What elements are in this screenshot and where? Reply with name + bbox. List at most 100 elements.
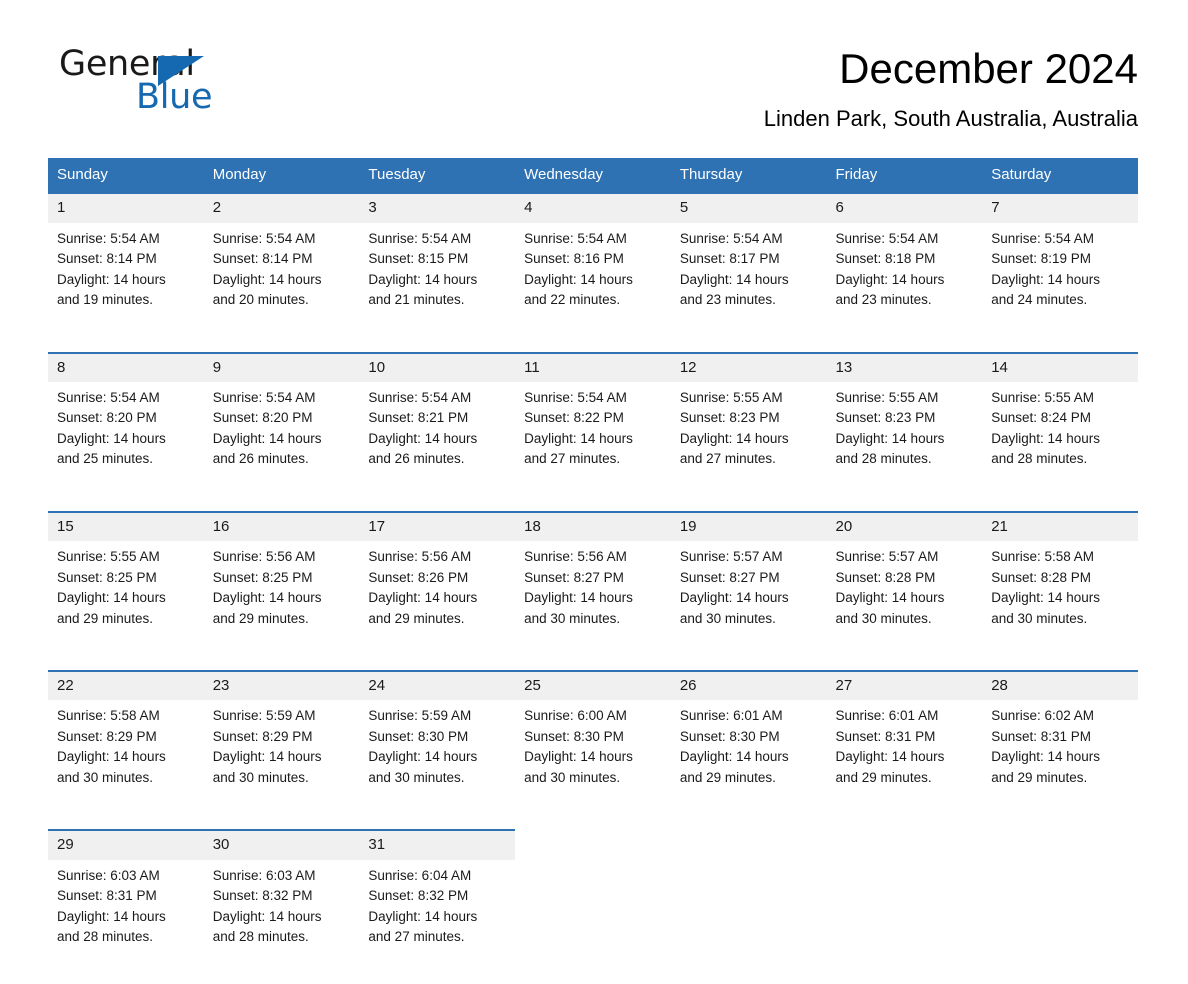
- day-cell[interactable]: Sunrise: 5:54 AM Sunset: 8:20 PM Dayligh…: [203, 381, 360, 506]
- day-cell[interactable]: Sunrise: 6:03 AM Sunset: 8:32 PM Dayligh…: [203, 859, 360, 984]
- sunset-text: Sunset: 8:32 PM: [212, 888, 313, 904]
- day-cell[interactable]: Sunrise: 5:55 AM Sunset: 8:25 PM Dayligh…: [48, 541, 204, 665]
- daylight-text-line2: and 29 minutes.: [57, 610, 154, 626]
- sunrise-text: Sunrise: 5:55 AM: [57, 549, 160, 564]
- day-cell[interactable]: Sunrise: 6:02 AM Sunset: 8:31 PM Dayligh…: [982, 700, 1138, 825]
- day-number[interactable]: 10: [359, 351, 516, 382]
- day-cell[interactable]: Sunrise: 5:55 AM Sunset: 8:23 PM Dayligh…: [670, 381, 827, 506]
- day-number[interactable]: 29: [48, 829, 204, 860]
- day-number[interactable]: 9: [203, 351, 360, 382]
- day-number[interactable]: 6: [826, 192, 983, 223]
- daylight-text-line1: Daylight: 14 hours: [835, 430, 945, 446]
- day-cell[interactable]: Sunrise: 6:00 AM Sunset: 8:30 PM Dayligh…: [515, 700, 671, 825]
- daylight-text-line1: Daylight: 14 hours: [835, 749, 945, 765]
- day-cell[interactable]: Sunrise: 5:54 AM Sunset: 8:19 PM Dayligh…: [982, 222, 1138, 347]
- sunrise-text: Sunrise: 5:54 AM: [991, 230, 1095, 246]
- daylight-text-line2: and 23 minutes.: [835, 292, 932, 308]
- day-number[interactable]: 15: [48, 510, 204, 541]
- day-number[interactable]: 4: [515, 192, 671, 223]
- day-cell[interactable]: Sunrise: 5:54 AM Sunset: 8:14 PM Dayligh…: [203, 222, 360, 347]
- daylight-text-line1: Daylight: 14 hours: [212, 271, 322, 287]
- day-cell[interactable]: Sunrise: 5:57 AM Sunset: 8:28 PM Dayligh…: [826, 541, 983, 665]
- day-number[interactable]: 16: [203, 510, 360, 541]
- day-number[interactable]: 13: [826, 351, 983, 382]
- day-cell[interactable]: Sunrise: 5:56 AM Sunset: 8:26 PM Dayligh…: [359, 541, 516, 665]
- day-cell[interactable]: Sunrise: 5:58 AM Sunset: 8:28 PM Dayligh…: [982, 541, 1138, 665]
- day-number[interactable]: 11: [515, 351, 671, 382]
- sunrise-text: Sunrise: 5:54 AM: [835, 230, 939, 246]
- daylight-text-line2: and 25 minutes.: [57, 451, 154, 467]
- day-cell[interactable]: Sunrise: 6:01 AM Sunset: 8:30 PM Dayligh…: [670, 700, 827, 825]
- day-cell[interactable]: Sunrise: 5:56 AM Sunset: 8:25 PM Dayligh…: [203, 541, 360, 665]
- sunset-text: Sunset: 8:21 PM: [368, 410, 469, 426]
- day-number[interactable]: 27: [826, 669, 983, 701]
- daylight-text-line2: and 23 minutes.: [679, 292, 776, 308]
- day-cell[interactable]: Sunrise: 5:54 AM Sunset: 8:15 PM Dayligh…: [359, 222, 516, 347]
- day-number[interactable]: 26: [670, 669, 827, 701]
- day-cell[interactable]: Sunrise: 5:59 AM Sunset: 8:29 PM Dayligh…: [203, 700, 360, 825]
- day-number[interactable]: 21: [982, 510, 1138, 541]
- daylight-text-line1: Daylight: 14 hours: [991, 271, 1101, 287]
- day-cell[interactable]: Sunrise: 5:54 AM Sunset: 8:16 PM Dayligh…: [515, 222, 671, 347]
- day-cell[interactable]: Sunrise: 5:56 AM Sunset: 8:27 PM Dayligh…: [515, 541, 671, 665]
- sunrise-text: Sunrise: 6:02 AM: [991, 708, 1095, 724]
- day-cell[interactable]: Sunrise: 5:54 AM Sunset: 8:17 PM Dayligh…: [670, 222, 827, 347]
- day-number[interactable]: 31: [359, 829, 516, 860]
- sunset-text: Sunset: 8:31 PM: [57, 888, 157, 904]
- sunset-text: Sunset: 8:29 PM: [57, 728, 157, 744]
- page-title: December 2024: [839, 45, 1138, 92]
- daylight-text-line1: Daylight: 14 hours: [368, 430, 478, 446]
- sunrise-text: Sunrise: 6:01 AM: [835, 708, 939, 724]
- day-cell-empty: [826, 859, 983, 984]
- sunrise-text: Sunrise: 5:54 AM: [368, 389, 472, 405]
- daylight-text-line1: Daylight: 14 hours: [368, 590, 478, 606]
- week-2-date-row: 8 9 10 11 12 13 14: [48, 351, 1138, 382]
- day-cell[interactable]: Sunrise: 5:54 AM Sunset: 8:14 PM Dayligh…: [48, 222, 204, 347]
- day-cell[interactable]: Sunrise: 5:58 AM Sunset: 8:29 PM Dayligh…: [48, 700, 204, 825]
- daylight-text-line1: Daylight: 14 hours: [991, 590, 1101, 606]
- sunset-text: Sunset: 8:14 PM: [212, 251, 313, 267]
- day-number[interactable]: 28: [982, 669, 1138, 701]
- day-number[interactable]: 20: [826, 510, 983, 541]
- day-cell[interactable]: Sunrise: 5:54 AM Sunset: 8:21 PM Dayligh…: [359, 381, 516, 506]
- day-number[interactable]: 2: [203, 192, 360, 223]
- day-number[interactable]: 5: [670, 192, 827, 223]
- day-number[interactable]: 7: [982, 192, 1138, 223]
- weekday-header-friday: Friday: [826, 158, 983, 194]
- day-cell[interactable]: Sunrise: 6:03 AM Sunset: 8:31 PM Dayligh…: [48, 859, 204, 984]
- sunrise-text: Sunrise: 5:54 AM: [524, 389, 627, 405]
- sunrise-text: Sunrise: 5:54 AM: [524, 230, 627, 246]
- week-4-date-row: 22 23 24 25 26 27 28: [48, 669, 1138, 701]
- daylight-text-line1: Daylight: 14 hours: [57, 908, 166, 924]
- day-number[interactable]: 3: [359, 192, 516, 223]
- day-number[interactable]: 24: [359, 669, 516, 701]
- day-cell[interactable]: Sunrise: 5:59 AM Sunset: 8:30 PM Dayligh…: [359, 700, 516, 825]
- weekday-header-wednesday: Wednesday: [515, 158, 671, 194]
- day-number[interactable]: 17: [359, 510, 516, 541]
- day-cell[interactable]: Sunrise: 5:54 AM Sunset: 8:22 PM Dayligh…: [515, 381, 671, 506]
- day-number[interactable]: 14: [982, 351, 1138, 382]
- day-cell[interactable]: Sunrise: 6:04 AM Sunset: 8:32 PM Dayligh…: [359, 859, 516, 984]
- day-number[interactable]: 18: [515, 510, 671, 541]
- day-number[interactable]: 12: [670, 351, 827, 382]
- day-number[interactable]: 19: [670, 510, 827, 541]
- day-number[interactable]: 22: [48, 669, 204, 701]
- day-cell[interactable]: Sunrise: 6:01 AM Sunset: 8:31 PM Dayligh…: [826, 700, 983, 825]
- daylight-text-line2: and 19 minutes.: [57, 292, 154, 308]
- day-number[interactable]: 1: [48, 192, 204, 223]
- day-number[interactable]: 23: [203, 669, 360, 701]
- day-number[interactable]: 25: [515, 669, 671, 701]
- day-number[interactable]: 30: [203, 829, 360, 860]
- week-5-info-row: Sunrise: 6:03 AM Sunset: 8:31 PM Dayligh…: [48, 859, 1138, 984]
- generalblue-logo[interactable]: General Blue: [59, 47, 359, 127]
- day-cell[interactable]: Sunrise: 5:54 AM Sunset: 8:18 PM Dayligh…: [826, 222, 983, 347]
- day-cell[interactable]: Sunrise: 5:55 AM Sunset: 8:23 PM Dayligh…: [826, 381, 983, 506]
- daylight-text-line2: and 28 minutes.: [835, 451, 932, 467]
- day-number[interactable]: 8: [48, 351, 204, 382]
- day-cell[interactable]: Sunrise: 5:54 AM Sunset: 8:20 PM Dayligh…: [48, 381, 204, 506]
- sunset-text: Sunset: 8:20 PM: [57, 410, 157, 426]
- day-cell[interactable]: Sunrise: 5:57 AM Sunset: 8:27 PM Dayligh…: [670, 541, 827, 665]
- day-cell[interactable]: Sunrise: 5:55 AM Sunset: 8:24 PM Dayligh…: [982, 381, 1138, 506]
- sunset-text: Sunset: 8:27 PM: [679, 569, 780, 585]
- sunrise-text: Sunrise: 5:57 AM: [679, 549, 783, 564]
